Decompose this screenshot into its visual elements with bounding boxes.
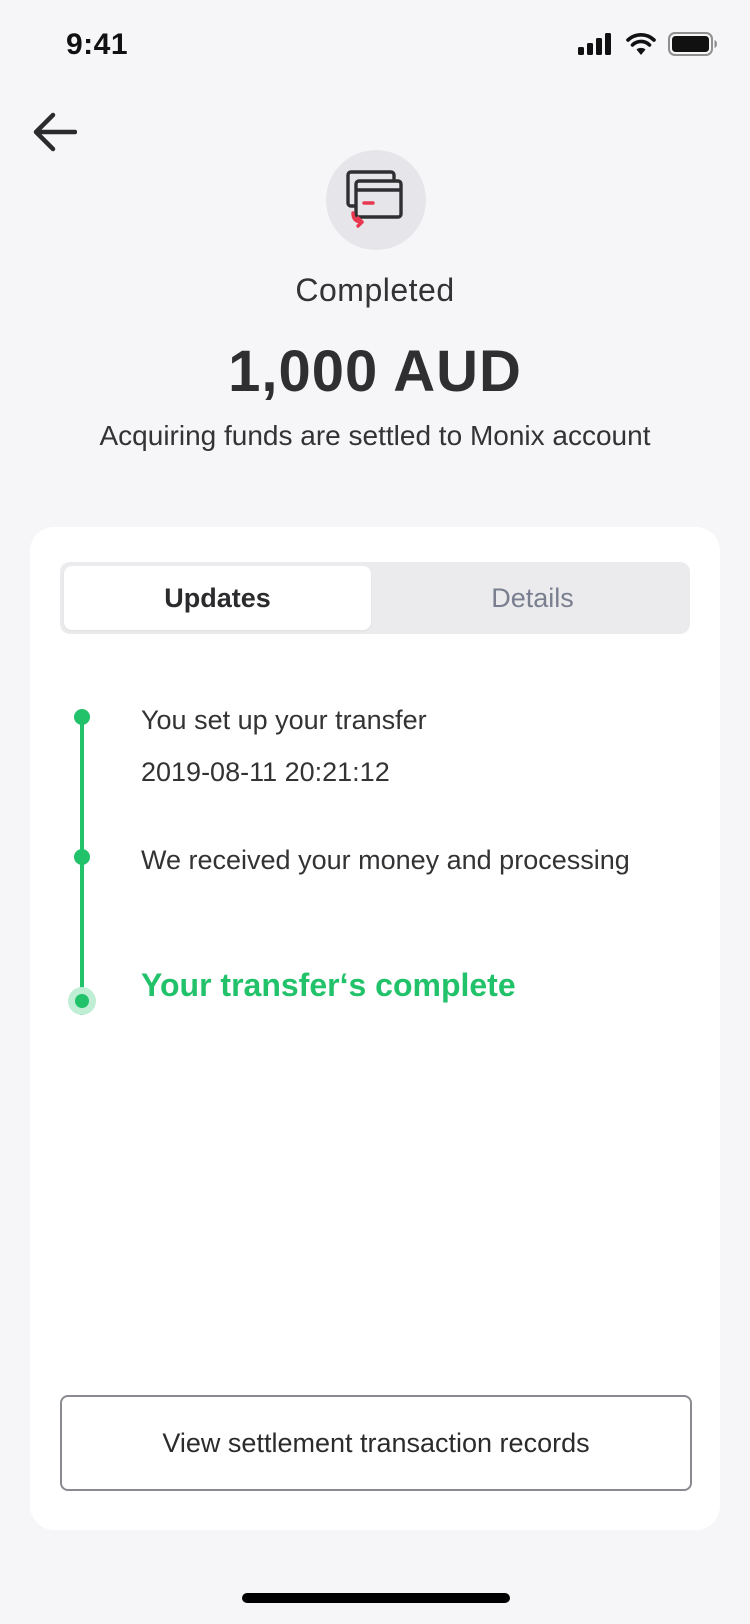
transfer-subtitle: Acquiring funds are settled to Monix acc… bbox=[99, 420, 651, 451]
card-refund-icon bbox=[346, 170, 403, 228]
hero-icon-wrap bbox=[326, 150, 426, 250]
transfer-amount: 1,000 AUD bbox=[228, 339, 522, 404]
status-icons bbox=[578, 32, 718, 56]
timeline-dot bbox=[74, 709, 90, 725]
timeline-current-dot bbox=[75, 994, 89, 1008]
back-button[interactable] bbox=[26, 104, 82, 160]
tab-updates[interactable]: Updates bbox=[64, 566, 371, 630]
status-bar: 9:41 bbox=[0, 0, 750, 94]
tab-switch: Updates Details bbox=[60, 562, 690, 634]
transfer-status: Completed bbox=[295, 272, 455, 308]
status-time: 9:41 bbox=[66, 28, 129, 61]
timeline-event-title: You set up your transfer bbox=[141, 705, 427, 735]
arrow-left-icon bbox=[33, 112, 77, 152]
timeline-event-title: We received your money and processing bbox=[141, 845, 630, 875]
timeline-event-time: 2019-08-11 20:21:12 bbox=[141, 757, 390, 787]
home-indicator[interactable] bbox=[242, 1593, 510, 1603]
view-records-button[interactable]: View settlement transaction records bbox=[60, 1395, 692, 1491]
transfer-card: Updates Details You set up your transfer… bbox=[30, 527, 720, 1530]
signal-icon bbox=[578, 33, 611, 55]
timeline-dot bbox=[74, 849, 90, 865]
timeline-line bbox=[80, 717, 84, 1015]
battery-icon bbox=[668, 32, 717, 56]
tab-details[interactable]: Details bbox=[379, 566, 686, 630]
timeline-event-current: Your transfer‘s complete bbox=[141, 967, 516, 1003]
wifi-icon bbox=[626, 33, 656, 55]
